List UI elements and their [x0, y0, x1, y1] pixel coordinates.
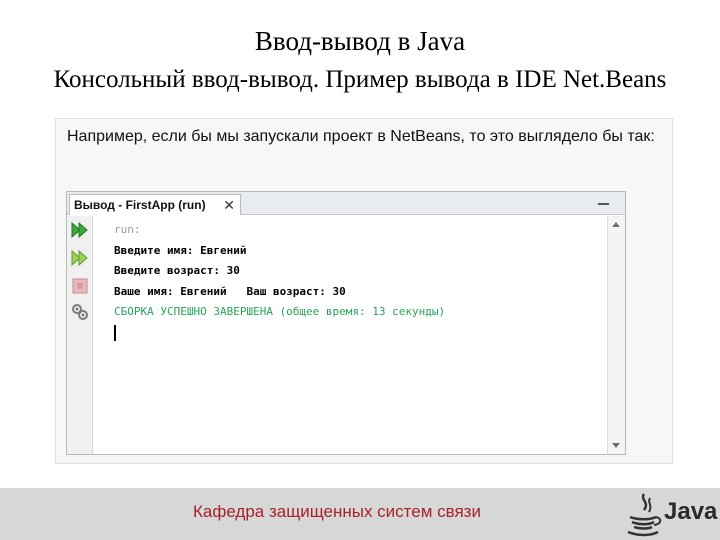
slide-subtitle: Консольный ввод-вывод. Пример вывода в I…: [53, 66, 667, 93]
tab-label: Вывод - FirstApp (run): [74, 198, 206, 212]
intro-text: Например, если бы мы запускали проект в …: [67, 128, 655, 145]
java-logo-text: Java: [664, 498, 718, 525]
console-line: Ваше имя: Евгений Ваш возраст: 30: [114, 284, 346, 298]
text-caret: [114, 324, 116, 341]
stop-icon[interactable]: [70, 276, 90, 296]
minimize-icon[interactable]: [597, 195, 611, 209]
scroll-up-icon[interactable]: [612, 222, 620, 227]
slide-title: Ввод-вывод в Java: [254, 26, 466, 56]
tab-bar: Вывод - FirstApp (run) ✕: [67, 192, 625, 215]
run-icon[interactable]: [70, 220, 90, 240]
close-icon[interactable]: ✕: [223, 195, 235, 215]
console-caret-line: [114, 323, 606, 344]
output-window: Вывод - FirstApp (run) ✕ run: Введите им…: [66, 191, 626, 455]
console-line: Введите возраст: 30: [114, 264, 240, 277]
tab-output-firstapp[interactable]: Вывод - FirstApp (run) ✕: [69, 194, 241, 215]
console-line: run:: [114, 223, 141, 236]
vertical-scrollbar[interactable]: [607, 216, 625, 454]
department-name: Кафедра защищенных систем связи: [193, 502, 481, 521]
rerun-icon[interactable]: [70, 248, 90, 268]
output-toolbar: [67, 216, 93, 454]
java-coffee-cup-icon: [627, 493, 662, 537]
console-line: СБОРКА УСПЕШНО ЗАВЕРШЕНА (общее время: 1…: [114, 305, 446, 318]
screenshot-panel: Например, если бы мы запускали проект в …: [55, 118, 673, 464]
scroll-down-icon[interactable]: [612, 443, 620, 448]
console-line: Введите имя: Евгений: [114, 243, 247, 257]
settings-icon[interactable]: [70, 302, 90, 322]
console-output[interactable]: run: Введите имя: Евгений Введите возрас…: [94, 216, 606, 454]
footer-bar: Кафедра защищенных систем связи Java: [0, 488, 720, 540]
